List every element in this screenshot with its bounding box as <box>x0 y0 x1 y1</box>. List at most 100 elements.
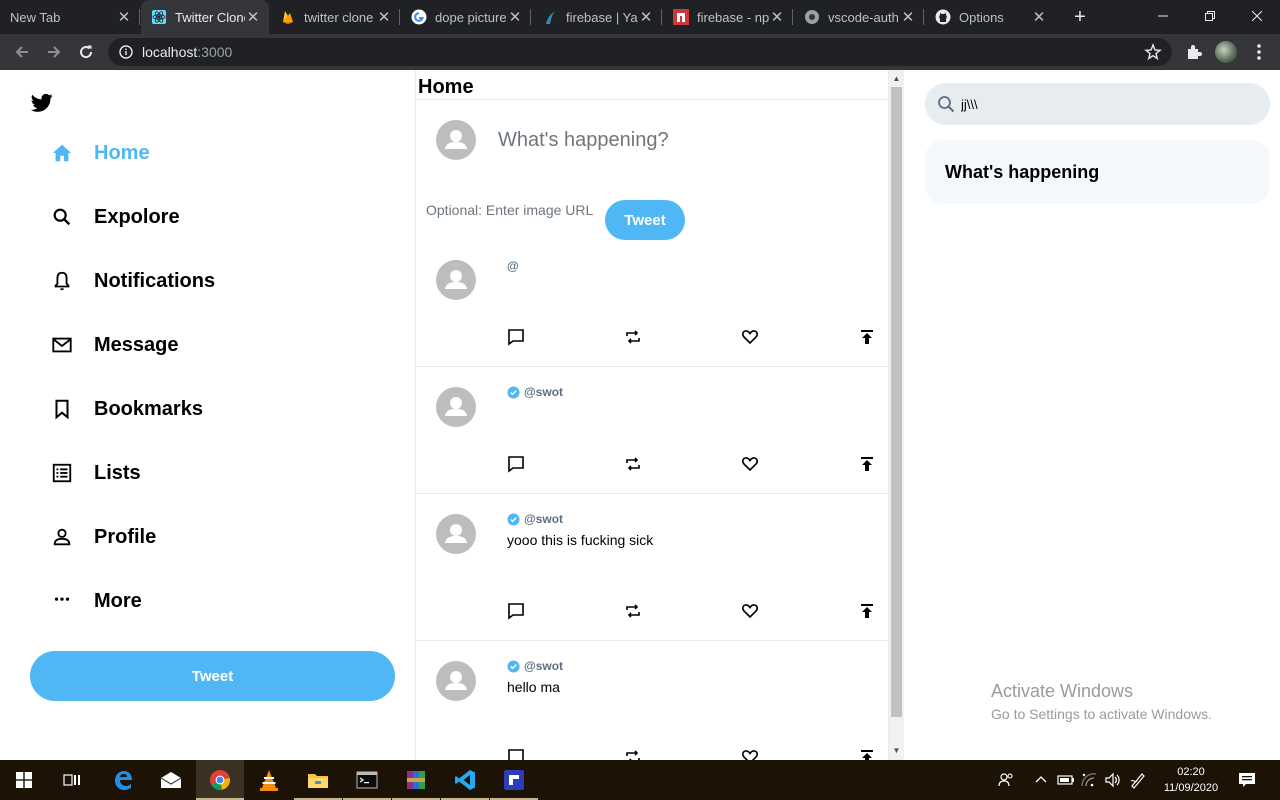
tweet-button[interactable]: Tweet <box>605 200 685 240</box>
browser-tab-dope-pictures[interactable]: dope pictures ✕ <box>401 0 531 34</box>
extensions-icon[interactable] <box>1183 41 1205 63</box>
sidebar-item-home[interactable]: Home <box>50 133 150 173</box>
scrollbar-thumb[interactable] <box>891 87 902 717</box>
post: @swot hello ma <box>416 641 888 760</box>
menu-dots-icon[interactable] <box>1248 41 1270 63</box>
retweet-icon[interactable] <box>623 327 643 347</box>
browser-tab-options[interactable]: Options ✕ <box>925 0 1055 34</box>
chevron-up-icon[interactable] <box>1031 770 1051 790</box>
browser-tab-new-tab[interactable]: New Tab ✕ <box>0 0 140 34</box>
verified-badge-icon <box>507 659 520 673</box>
retweet-icon[interactable] <box>623 747 643 760</box>
like-icon[interactable] <box>740 747 760 760</box>
browser-tab-twitter-clone-firebase[interactable]: twitter clone ✕ <box>270 0 400 34</box>
sidebar-item-profile[interactable]: Profile <box>50 517 156 557</box>
browser-tab-twitter-clone[interactable]: Twitter Clone ✕ <box>141 0 269 34</box>
chrome-taskbar-icon[interactable] <box>196 760 244 800</box>
share-icon[interactable] <box>857 601 877 621</box>
reply-icon[interactable] <box>506 747 526 760</box>
like-icon[interactable] <box>740 454 760 474</box>
close-icon[interactable]: ✕ <box>1031 9 1047 26</box>
sidebar-item-bookmarks[interactable]: Bookmarks <box>50 389 203 429</box>
reply-icon[interactable] <box>506 601 526 621</box>
winrar-icon[interactable] <box>392 760 440 800</box>
pen-icon[interactable] <box>1128 770 1148 790</box>
close-icon[interactable]: ✕ <box>116 9 132 26</box>
scroll-down-arrow-icon[interactable]: ▼ <box>892 746 901 755</box>
vlc-icon[interactable] <box>245 760 293 800</box>
reply-icon[interactable] <box>506 327 526 347</box>
reply-icon[interactable] <box>506 454 526 474</box>
terminal-icon[interactable] <box>343 760 391 800</box>
sidebar-item-more[interactable]: More <box>50 581 142 621</box>
search-box[interactable] <box>925 83 1270 125</box>
firebase-icon <box>280 9 296 25</box>
taskbar-clock[interactable]: 02:20 11/09/2020 <box>1156 764 1226 796</box>
browser-tab-vscode-auth[interactable]: vscode-auth ✕ <box>794 0 924 34</box>
url-port: :3000 <box>197 44 233 60</box>
sidebar-item-explore[interactable]: Expolore <box>50 197 180 237</box>
browser-tab-firebase-yarn[interactable]: firebase | Yarn ✕ <box>532 0 662 34</box>
task-view-icon[interactable] <box>48 760 96 800</box>
search-input[interactable] <box>961 96 1241 112</box>
retweet-icon[interactable] <box>623 601 643 621</box>
scroll-up-arrow-icon[interactable]: ▲ <box>892 74 901 83</box>
close-icon[interactable]: ✕ <box>376 9 392 26</box>
feed-scrollbar[interactable]: ▲ ▼ <box>889 70 904 760</box>
sidebar-tweet-button[interactable]: Tweet <box>30 651 395 701</box>
minimize-button[interactable] <box>1140 0 1186 32</box>
back-button[interactable] <box>10 40 34 64</box>
profile-avatar[interactable] <box>1215 41 1237 63</box>
image-url-input[interactable] <box>426 201 606 219</box>
edge-icon[interactable] <box>99 760 147 800</box>
close-icon[interactable]: ✕ <box>900 9 916 26</box>
new-tab-button[interactable]: + <box>1068 5 1092 29</box>
clock-date: 11/09/2020 <box>1163 782 1219 794</box>
close-icon[interactable]: ✕ <box>769 9 785 26</box>
close-icon[interactable]: ✕ <box>507 9 523 26</box>
sidebar-item-message[interactable]: Message <box>50 325 179 365</box>
list-icon <box>50 461 74 485</box>
close-icon[interactable]: ✕ <box>638 9 654 26</box>
post-handle: @swot <box>524 385 564 399</box>
mail-app-icon[interactable] <box>147 760 195 800</box>
forward-button[interactable] <box>42 40 66 64</box>
vscode-icon[interactable] <box>441 760 489 800</box>
close-icon[interactable]: ✕ <box>245 9 261 26</box>
avatar <box>436 661 476 701</box>
share-icon[interactable] <box>857 327 877 347</box>
battery-icon[interactable] <box>1056 770 1076 790</box>
people-icon[interactable] <box>996 770 1016 790</box>
twitter-logo-icon[interactable] <box>30 93 53 113</box>
wifi-icon[interactable] <box>1079 770 1099 790</box>
share-icon[interactable] <box>857 747 877 760</box>
sidebar-item-label: Message <box>94 333 179 356</box>
browser-tab-firebase-npm[interactable]: firebase - npm ✕ <box>663 0 793 34</box>
tab-title: Twitter Clone <box>175 9 245 25</box>
notifications-icon[interactable] <box>1237 770 1257 790</box>
like-icon[interactable] <box>740 601 760 621</box>
info-icon[interactable] <box>118 44 134 60</box>
yarn-icon <box>542 9 558 25</box>
app-icon[interactable] <box>490 760 538 800</box>
share-icon[interactable] <box>857 454 877 474</box>
file-explorer-icon[interactable] <box>294 760 342 800</box>
volume-icon[interactable] <box>1103 770 1123 790</box>
retweet-icon[interactable] <box>623 454 643 474</box>
reload-button[interactable] <box>74 40 98 64</box>
windows-taskbar: 02:20 11/09/2020 <box>0 760 1280 800</box>
tweet-input[interactable] <box>498 126 868 154</box>
sidebar-item-lists[interactable]: Lists <box>50 453 141 493</box>
page-title: Home <box>418 76 474 98</box>
start-button[interactable] <box>0 760 48 800</box>
more-icon <box>50 589 74 613</box>
post-text: hello ma <box>507 679 560 695</box>
react-icon <box>151 9 167 25</box>
post: @swot yooo this is fucking sick <box>416 494 888 641</box>
restore-button[interactable] <box>1187 0 1233 32</box>
like-icon[interactable] <box>740 327 760 347</box>
close-window-button[interactable] <box>1234 0 1280 32</box>
sidebar-item-notifications[interactable]: Notifications <box>50 261 215 301</box>
address-bar[interactable]: localhost:3000 <box>108 38 1172 66</box>
star-icon[interactable] <box>1144 43 1162 61</box>
